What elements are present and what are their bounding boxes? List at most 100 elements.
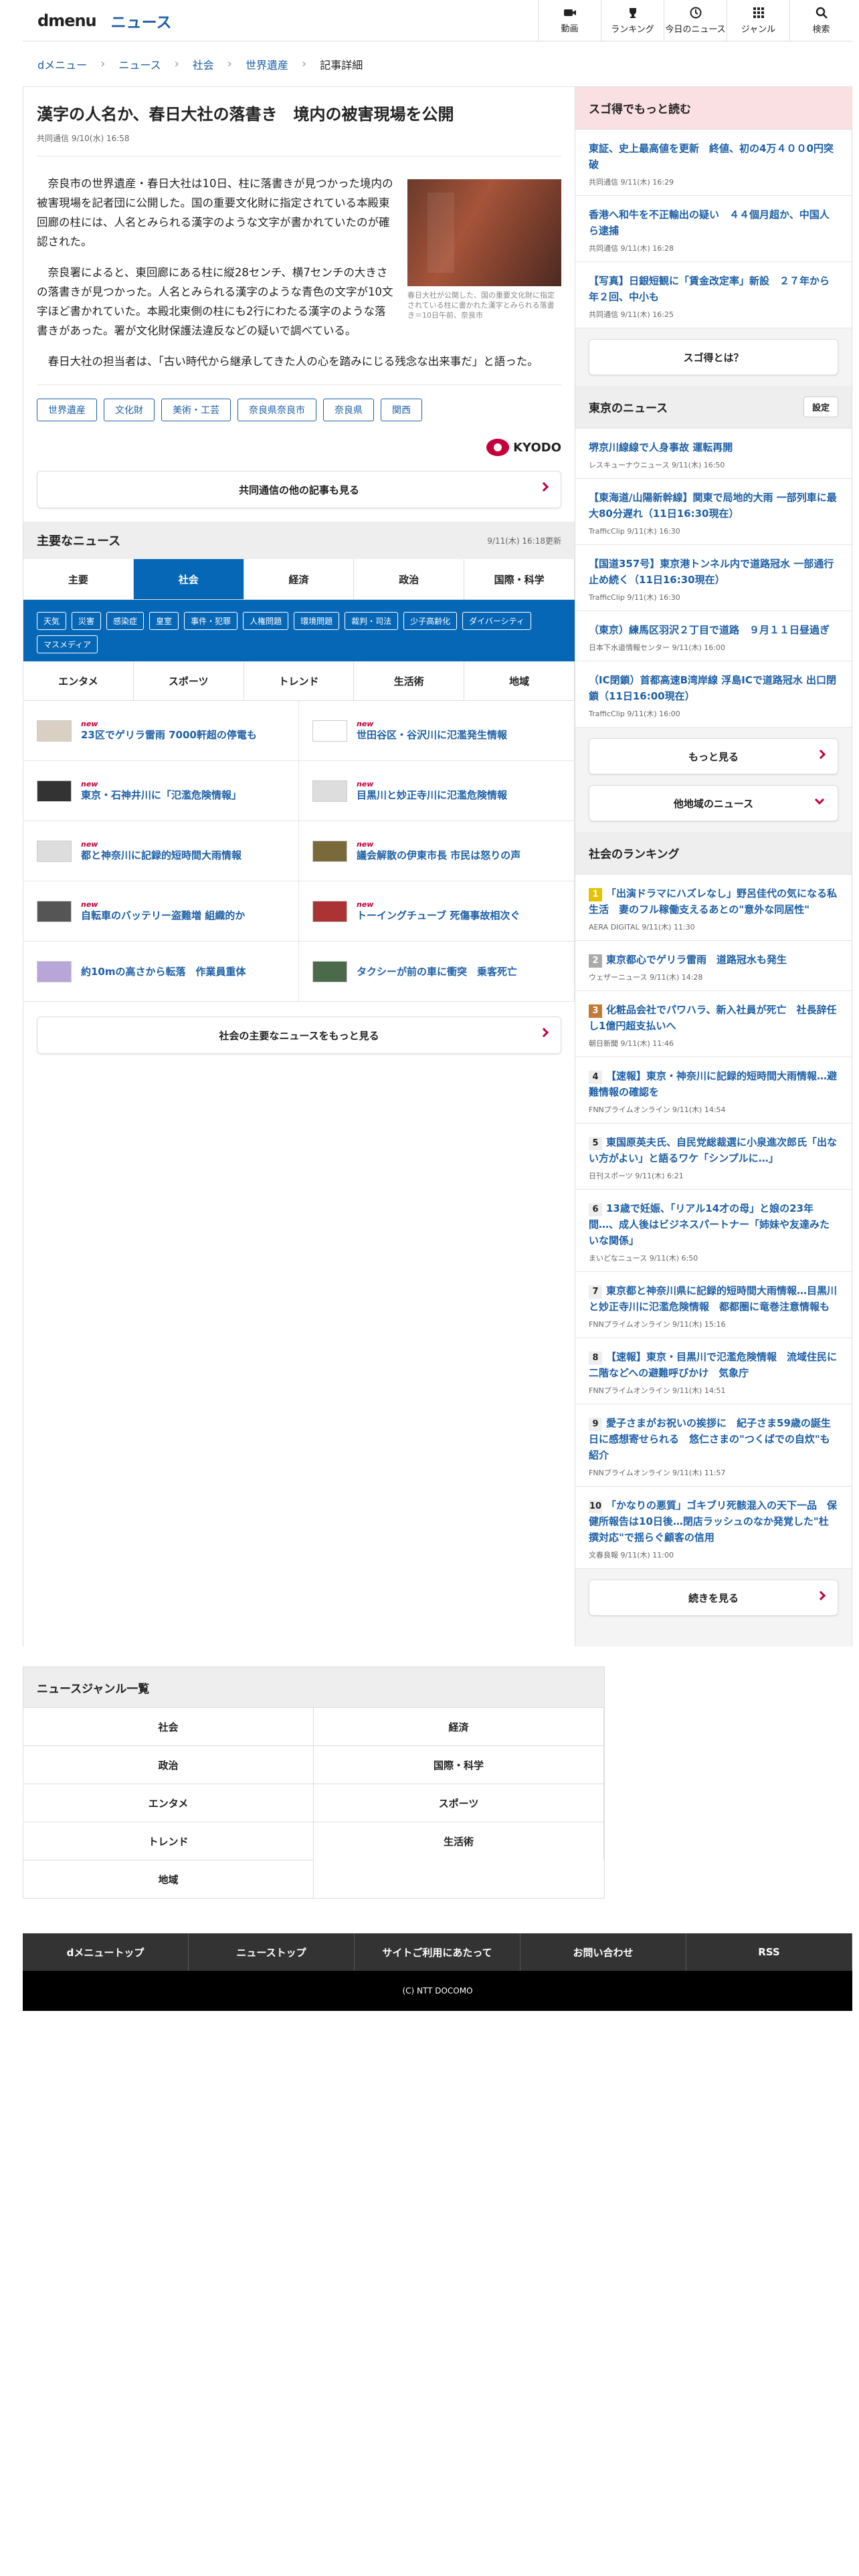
ranking-item-title[interactable]: 1 「出演ドラマにハズレなし」野呂佳代の気になる私生活 妻のフル稼働支えるあとの"… [589, 885, 838, 918]
tab-trend[interactable]: トレンド [244, 661, 355, 700]
list-item-title[interactable]: （IC閉鎖）首都高速B湾岸線 浮島ICで道路冠水 出口閉鎖（11日16:00現在… [589, 672, 838, 704]
subtag[interactable]: 人権問題 [243, 612, 289, 630]
footer-link[interactable]: お問い合わせ [520, 1933, 686, 1971]
tab-entertainment[interactable]: エンタメ [23, 661, 134, 700]
news-thumbnail[interactable] [312, 900, 347, 922]
footer-link[interactable]: dメニュートップ [23, 1933, 189, 1971]
list-item-title[interactable]: 【写真】日銀短観に「賃金改定率」新設 ２７年から年２回、中小も [589, 273, 838, 305]
ranking-item[interactable]: 7 東京都と神奈川県に記録的短時間大雨情報…目黒川と妙正寺川に氾濫危険情報 都都圏… [575, 1272, 852, 1338]
genre-link[interactable]: 生活術 [314, 1822, 604, 1860]
footer-link[interactable]: サイトご利用にあたって [355, 1933, 520, 1971]
tab-politics[interactable]: 政治 [354, 559, 465, 599]
subtag[interactable]: 感染症 [106, 612, 145, 630]
ranking-item-title[interactable]: 6 13歳で妊娠、「リアル14才の母」と娘の23年間…、成人後はビジネスパートナー… [589, 1200, 838, 1249]
news-item[interactable]: new 議会解散の伊東市長 市民は怒りの声 [299, 821, 575, 881]
list-item[interactable]: 【東海道/山陽新幹線】関東で局地的大雨 一部列車に最大80分遅れ（11日16:3… [575, 479, 852, 545]
news-thumbnail[interactable] [37, 840, 72, 862]
tag[interactable]: 関西 [381, 399, 422, 421]
tab-lifestyle[interactable]: 生活術 [354, 661, 465, 700]
video-nav[interactable]: 動画 [538, 0, 601, 41]
footer-link[interactable]: RSS [686, 1933, 852, 1971]
genre-link[interactable]: 地域 [23, 1860, 314, 1898]
tab-economy[interactable]: 経済 [244, 559, 355, 599]
list-item-title[interactable]: 香港へ和牛を不正輸出の疑い ４４個月超か、中国人ら逮捕 [589, 207, 838, 239]
genre-link[interactable]: 国際・科学 [314, 1745, 604, 1784]
ranking-item[interactable]: 6 13歳で妊娠、「リアル14才の母」と娘の23年間…、成人後はビジネスパートナー… [575, 1190, 852, 1272]
news-item[interactable]: new 目黒川と妙正寺川に氾濫危険情報 [299, 761, 575, 821]
ranking-item-title[interactable]: 9 愛子さまがお祝いの挨拶に 紀子さま59歳の誕生日に感想寄せられる 悠仁さまの"… [589, 1415, 838, 1463]
list-item-title[interactable]: 【国道357号】東京港トンネル内で道路冠水 一部通行止め続く（11日16:30現… [589, 556, 838, 588]
today-nav[interactable]: 今日のニュース [664, 0, 727, 41]
news-item-title[interactable]: 都と神奈川に記録的短時間大雨情報 [81, 849, 242, 861]
genre-link[interactable]: トレンド [23, 1822, 314, 1860]
news-item-title[interactable]: 自転車のバッテリー盗難増 組織的か [81, 909, 245, 922]
ranking-item-title[interactable]: 3 化粧品会社でパワハラ、新入社員が死亡 社長辞任し1億円超支払いへ [589, 1002, 838, 1034]
subtag[interactable]: 裁判・司法 [345, 612, 399, 630]
news-thumbnail[interactable] [312, 840, 347, 862]
tag[interactable]: 奈良県奈良市 [237, 399, 316, 421]
news-thumbnail[interactable] [37, 720, 72, 742]
news-item-title[interactable]: トーイングチューブ 死傷事故相次ぐ [357, 909, 520, 922]
ranking-item-title[interactable]: 7 東京都と神奈川県に記録的短時間大雨情報…目黒川と妙正寺川に氾濫危険情報 都都圏… [589, 1283, 838, 1315]
news-thumbnail[interactable] [312, 780, 347, 802]
news-item[interactable]: new 都と神奈川に記録的短時間大雨情報 [23, 821, 299, 881]
ranking-item[interactable]: 4 【速報】東京・神奈川に記録的短時間大雨情報…避難情報の確認を FNNプライムオン… [575, 1057, 852, 1123]
breadcrumb-news[interactable]: ニュース [118, 56, 161, 72]
ranking-item-text[interactable]: 化粧品会社でパワハラ、新入社員が死亡 社長辞任し1億円超支払いへ [589, 1004, 837, 1032]
breadcrumb-dmenu[interactable]: dメニュー [37, 56, 87, 72]
subtag[interactable]: 天気 [37, 612, 67, 630]
settings-button[interactable]: 設定 [803, 397, 838, 417]
news-thumbnail[interactable] [37, 780, 72, 802]
tag[interactable]: 美術・工芸 [161, 399, 231, 421]
list-item-title[interactable]: 堺京川線線で人身事故 運転再開 [589, 439, 838, 455]
tag[interactable]: 世界遺産 [37, 399, 97, 421]
ranking-item-title[interactable]: 10 「かなりの悪質」ゴキブリ死骸混入の天下一品 保健所報告は10日後…閉店ラッシ… [589, 1497, 838, 1545]
tag[interactable]: 文化財 [104, 399, 155, 421]
list-item[interactable]: （IC閉鎖）首都高速B湾岸線 浮島ICで道路冠水 出口閉鎖（11日16:00現在… [575, 661, 852, 728]
ranking-item[interactable]: 9 愛子さまがお祝いの挨拶に 紀子さま59歳の誕生日に感想寄せられる 悠仁さまの"… [575, 1404, 852, 1487]
genre-nav[interactable]: ジャンル [727, 0, 789, 41]
search-nav[interactable]: 検索 [789, 0, 852, 41]
list-item[interactable]: 堺京川線線で人身事故 運転再開 レスキューナウニュース 9/11(木) 16:50 [575, 429, 852, 479]
list-item[interactable]: （東京）練馬区羽沢２丁目で道路 ９月１１日昼過ぎ 日本下水道情報センター 9/11… [575, 611, 852, 661]
genre-link[interactable]: 政治 [23, 1745, 314, 1784]
other-region-button[interactable]: 他地域のニュース [589, 785, 838, 821]
ranking-item-title[interactable]: 4 【速報】東京・神奈川に記録的短時間大雨情報…避難情報の確認を [589, 1068, 838, 1100]
news-item[interactable]: 約10mの高さから転落 作業員重体 [23, 942, 299, 1002]
ranking-item-text[interactable]: 東国原英夫氏、自民党総裁選に小泉進次郎氏「出ない方がよい」と語るワケ「シンプルに… [589, 1136, 837, 1164]
ranking-nav[interactable]: ランキング [601, 0, 664, 41]
ranking-more-button[interactable]: 続きを見る [589, 1580, 838, 1616]
ranking-item-text[interactable]: 東京都と神奈川県に記録的短時間大雨情報…目黒川と妙正寺川に氾濫危険情報 都都圏に… [589, 1285, 837, 1313]
sugotoku-about-button[interactable]: スゴ得とは？ [589, 339, 838, 375]
subtag[interactable]: 環境問題 [294, 612, 340, 630]
ranking-item[interactable]: 3 化粧品会社でパワハラ、新入社員が死亡 社長辞任し1億円超支払いへ 朝日新聞 9/… [575, 991, 852, 1057]
list-item-title[interactable]: （東京）練馬区羽沢２丁目で道路 ９月１１日昼過ぎ [589, 622, 838, 638]
ranking-item-title[interactable]: 8 【速報】東京・目黒川で氾濫危険情報 流域住民に二階などへの避難呼びかけ 気象庁 [589, 1349, 838, 1381]
news-item[interactable]: new 世田谷区・谷沢川に氾濫発生情報 [299, 701, 575, 761]
tab-society[interactable]: 社会 [133, 559, 244, 599]
list-item[interactable]: 香港へ和牛を不正輸出の疑い ４４個月超か、中国人ら逮捕 共同通信 9/11(木) … [575, 196, 852, 262]
ranking-item[interactable]: 2 東京都心でゲリラ雷雨 道路冠水も発生 ウェザーニュース 9/11(木) 14:2… [575, 941, 852, 991]
ranking-item-text[interactable]: 【速報】東京・目黒川で氾濫危険情報 流域住民に二階などへの避難呼びかけ 気象庁 [589, 1351, 837, 1379]
genre-link[interactable]: 経済 [314, 1707, 604, 1745]
news-item-title[interactable]: タクシーが前の車に衝突 乗客死亡 [357, 966, 517, 978]
ranking-item-text[interactable]: 「かなりの悪質」ゴキブリ死骸混入の天下一品 保健所報告は10日後…閉店ラッシュの… [589, 1499, 837, 1543]
ranking-item-title[interactable]: 2 東京都心でゲリラ雷雨 道路冠水も発生 [589, 952, 838, 968]
site-name[interactable]: ニュース [111, 9, 172, 32]
tab-main[interactable]: 主要 [23, 559, 134, 599]
subtag[interactable]: ダイバーシティ [462, 612, 531, 630]
genre-link[interactable]: 社会 [23, 1707, 314, 1745]
ranking-item[interactable]: 8 【速報】東京・目黒川で氾濫危険情報 流域住民に二階などへの避難呼びかけ 気象庁… [575, 1338, 852, 1404]
tab-region[interactable]: 地域 [464, 661, 575, 700]
footer-link[interactable]: ニューストップ [189, 1933, 355, 1971]
news-item-title[interactable]: 東京・石神井川に「氾濫危険情報」 [81, 789, 242, 801]
news-item-title[interactable]: 目黒川と妙正寺川に氾濫危険情報 [357, 789, 507, 801]
news-item-title[interactable]: 23区でゲリラ雷雨 7000軒超の停電も [81, 729, 257, 741]
article-photo[interactable]: 春日大社が公開した、国の重要文化財に指定されている柱に書かれた漢字とみられる落書… [407, 179, 561, 320]
news-thumbnail[interactable] [37, 960, 72, 982]
ranking-item-text[interactable]: 「出演ドラマにハズレなし」野呂佳代の気になる私生活 妻のフル稼働支えるあとの"意… [589, 887, 837, 916]
subtag[interactable]: 災害 [72, 612, 102, 630]
list-item-title[interactable]: 【東海道/山陽新幹線】関東で局地的大雨 一部列車に最大80分遅れ（11日16:3… [589, 490, 838, 522]
tag[interactable]: 奈良県 [323, 399, 374, 421]
list-item[interactable]: 東証、史上最高値を更新 終値、初の4万４００0円突破 共同通信 9/11(木) 1… [575, 130, 852, 196]
